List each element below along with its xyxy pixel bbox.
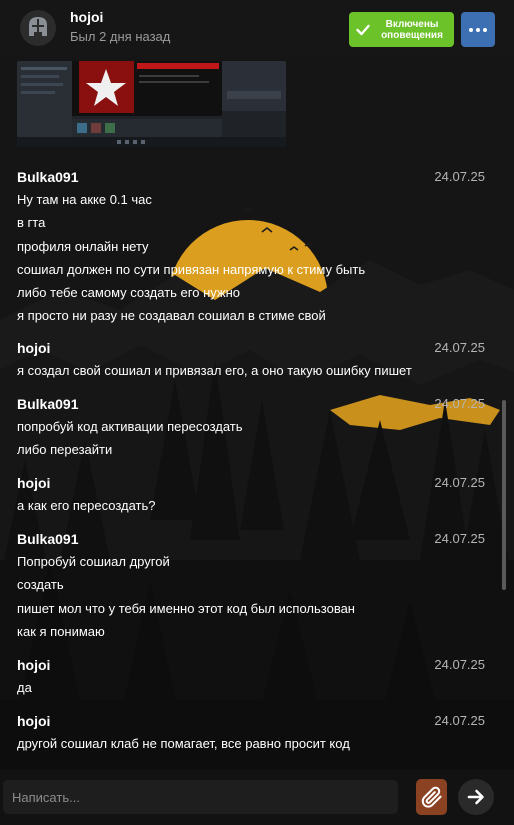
message-group: hojoi 24.07.25 да (17, 654, 487, 699)
message-group: hojoi 24.07.25 другой сошиал клаб не пом… (17, 710, 487, 755)
notifications-label: Включены оповещения (377, 19, 447, 41)
checkmark-icon (349, 24, 377, 36)
message-text: да (17, 680, 32, 695)
message-composer (0, 770, 514, 825)
message-text: другой сошиал клаб не помагает, все равн… (17, 736, 350, 751)
avatar[interactable] (20, 10, 56, 46)
message-date: 24.07.25 (434, 396, 485, 411)
message-text: профиля онлайн нету (17, 238, 149, 254)
message-author[interactable]: hojoi (17, 475, 50, 491)
message-author[interactable]: hojoi (17, 340, 50, 356)
message-list-scrollbar[interactable] (502, 400, 506, 590)
message-text: а как его пересоздать? (17, 498, 156, 513)
message-author[interactable]: Bulka091 (17, 169, 78, 185)
knight-helmet-icon (20, 10, 56, 46)
message-list[interactable]: Bulka091 24.07.25 Ну там на акке 0.1 час… (0, 58, 500, 770)
message-date: 24.07.25 (434, 340, 485, 355)
message-text: я просто ни разу не создавал сошиал в ст… (17, 308, 326, 324)
attach-file-button[interactable] (416, 779, 447, 815)
message-group: hojoi 24.07.25 а как его пересоздать? (17, 472, 487, 517)
message-text: либо тебе самому создать его нужно (17, 285, 240, 301)
message-input[interactable] (3, 780, 398, 814)
user-last-seen-status: Был 2 дня назад (70, 29, 171, 44)
message-text: пишет мол что у тебя именно этот код был… (17, 600, 355, 616)
message-group: Bulka091 24.07.25 Попробуй сошиал другой… (17, 528, 487, 643)
message-group: Bulka091 24.07.25 попробуй код активации… (17, 393, 487, 462)
message-text: в гта (17, 215, 46, 231)
notifications-label-line2: оповещения (381, 29, 443, 41)
message-text: как я понимаю (17, 623, 105, 639)
message-date: 24.07.25 (434, 713, 485, 728)
ellipsis-icon (469, 27, 473, 32)
chat-user-name[interactable]: hojoi (70, 9, 103, 25)
message-date: 24.07.25 (434, 531, 485, 546)
message-text: создать (17, 577, 64, 593)
message-text: Попробуй сошиал другой (17, 554, 170, 569)
message-text: попробуй код активации пересоздать (17, 419, 243, 434)
message-text: сошиал должен по сути привязан напрямую … (17, 261, 366, 277)
attachment-image[interactable] (17, 61, 286, 147)
chat-header: hojoi Был 2 дня назад Включены оповещени… (0, 0, 514, 58)
attached-screenshot-preview (17, 61, 286, 147)
notifications-toggle-button[interactable]: Включены оповещения (349, 12, 454, 47)
message-author[interactable]: Bulka091 (17, 531, 78, 547)
notifications-label-line1: Включены (385, 18, 439, 30)
arrow-right-icon (467, 789, 484, 805)
message-text: Ну там на акке 0.1 час (17, 192, 152, 207)
message-date: 24.07.25 (434, 475, 485, 490)
message-author[interactable]: hojoi (17, 657, 50, 673)
message-date: 24.07.25 (434, 657, 485, 672)
message-text: я создал свой сошиал и привязал его, а о… (17, 363, 412, 378)
message-date: 24.07.25 (434, 169, 485, 184)
paperclip-icon (421, 786, 442, 808)
send-message-button[interactable] (458, 779, 494, 815)
message-group: hojoi 24.07.25 я создал свой сошиал и пр… (17, 337, 487, 382)
message-author[interactable]: hojoi (17, 713, 50, 729)
message-group: Bulka091 24.07.25 Ну там на акке 0.1 час… (17, 166, 487, 328)
more-options-button[interactable] (461, 12, 495, 47)
message-text: либо перезайти (17, 442, 113, 458)
message-author[interactable]: Bulka091 (17, 396, 78, 412)
